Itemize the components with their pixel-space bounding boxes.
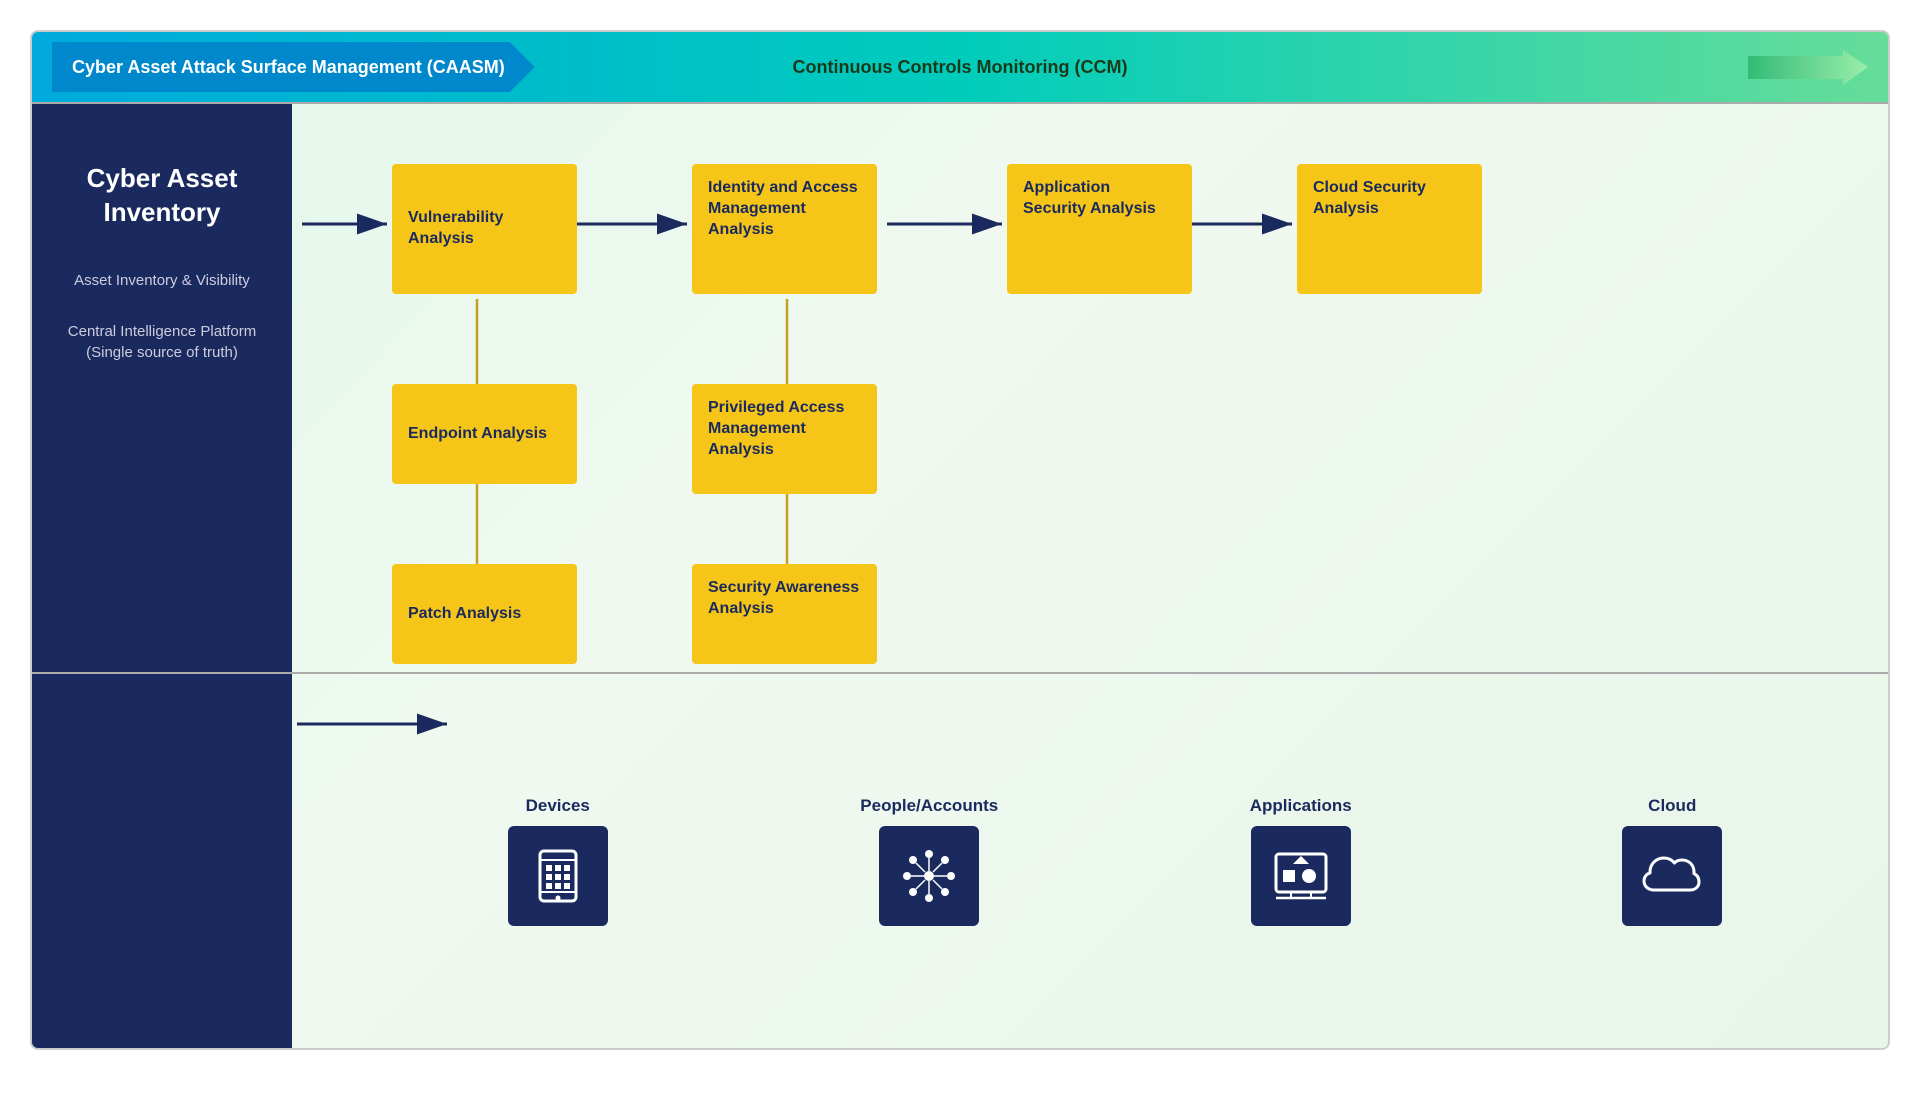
ccm-label: Continuous Controls Monitoring (CCM) [793,57,1128,78]
sidebar-item-1: Asset Inventory & Visibility [74,270,250,291]
endpoint-label: Endpoint Analysis [408,424,547,445]
ccm-text: Continuous Controls Monitoring (CCM) [793,57,1128,77]
people-svg-icon [899,846,959,906]
security-awareness-box: Security Awareness Analysis [692,564,877,664]
applications-label: Applications [1250,796,1352,816]
bottom-arrow [292,694,472,754]
devices-category: Devices [372,796,744,926]
main-diagram: Cyber Asset Attack Surface Management (C… [30,30,1890,1050]
cloud-security-box: Cloud Security Analysis [1297,164,1482,294]
pam-label: Privileged Access Management Analysis [708,399,844,458]
pam-box: Privileged Access Management Analysis [692,384,877,494]
people-icon [879,826,979,926]
sidebar-title: Cyber Asset Inventory [52,162,272,230]
endpoint-box: Endpoint Analysis [392,384,577,484]
app-security-box: Application Security Analysis [1007,164,1192,294]
vulnerability-label: Vulnerability Analysis [408,208,561,250]
caasm-label: Cyber Asset Attack Surface Management (C… [52,42,535,92]
bottom-section: Devices [292,674,1888,1048]
cloud-category: Cloud [1487,796,1859,926]
iam-label: Identity and Access Management Analysis [708,179,858,238]
app-security-label: Application Security Analysis [1023,179,1156,217]
cyber-asset-inventory: Cyber Asset Inventory Asset Inventory & … [32,102,292,1050]
device-svg-icon [528,846,588,906]
caasm-text: Cyber Asset Attack Surface Management (C… [72,57,505,78]
cloud-svg-icon [1642,846,1702,906]
top-banner: Cyber Asset Attack Surface Management (C… [32,32,1888,102]
cloud-security-label: Cloud Security Analysis [1313,179,1426,217]
people-category: People/Accounts [744,796,1116,926]
applications-category: Applications [1115,796,1487,926]
vulnerability-box: Vulnerability Analysis [392,164,577,294]
cloud-icon [1622,826,1722,926]
people-label: People/Accounts [860,796,998,816]
devices-label: Devices [526,796,590,816]
ccm-arrow-icon [1748,50,1868,85]
patch-label: Patch Analysis [408,604,521,625]
patch-box: Patch Analysis [392,564,577,664]
sidebar-item-2: Central Intelligence Platform (Single so… [52,321,272,363]
flow-diagram: Vulnerability Analysis Endpoint Analysis… [292,104,1888,672]
applications-icon [1251,826,1351,926]
applications-svg-icon [1271,846,1331,906]
devices-icon [508,826,608,926]
cloud-label: Cloud [1648,796,1696,816]
iam-box: Identity and Access Management Analysis [692,164,877,294]
security-awareness-label: Security Awareness Analysis [708,579,859,617]
